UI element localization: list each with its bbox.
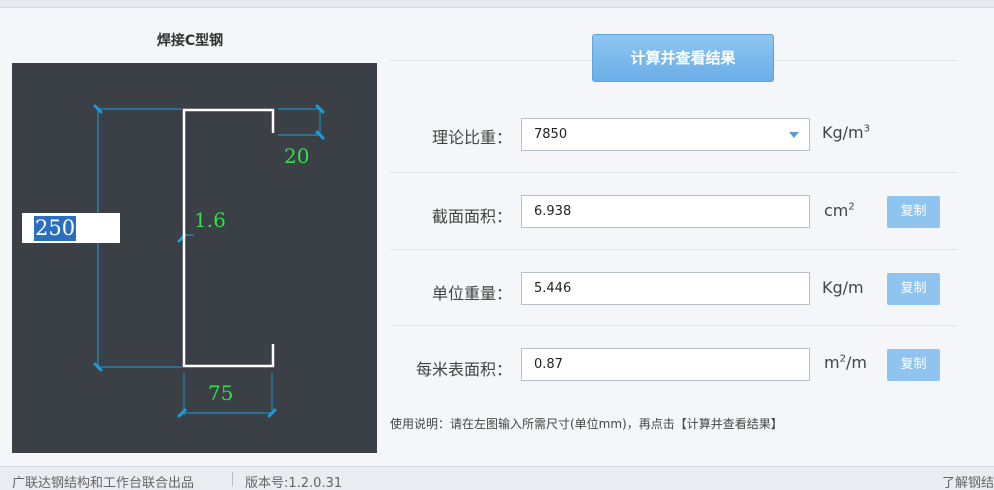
height-dim-value[interactable]: 250 xyxy=(34,216,77,241)
weight-field[interactable]: 5.446 xyxy=(521,272,810,305)
tick xyxy=(267,408,277,418)
copy-weight-button[interactable]: 复制 xyxy=(887,273,940,305)
weight-unit: Kg/m xyxy=(822,278,864,297)
profile-title: 焊接C型钢 xyxy=(156,33,224,49)
density-unit: Kg/m3 xyxy=(822,123,870,142)
area-row: 截面面积： 6.938 cm2 复制 xyxy=(390,172,958,248)
usage-instructions: 使用说明：请在左图输入所需尺寸(单位mm)，再点击【计算并查看结果】 xyxy=(390,417,783,431)
surface-label: 每米表面积： xyxy=(415,360,512,379)
weight-row: 单位重量： 5.446 Kg/m 复制 xyxy=(390,249,958,325)
tick xyxy=(93,104,103,114)
density-select[interactable]: 7850 xyxy=(521,118,810,151)
area-label: 截面面积： xyxy=(431,207,512,226)
c-channel-profile xyxy=(182,108,275,368)
copy-area-button[interactable]: 复制 xyxy=(887,196,940,228)
tick xyxy=(177,408,187,418)
lip-dim-label[interactable]: 20 xyxy=(284,144,309,168)
tick xyxy=(315,104,325,114)
area-field[interactable]: 6.938 xyxy=(521,195,810,228)
tick xyxy=(93,362,103,372)
density-row: 理论比重： 7850 Kg/m3 xyxy=(390,96,958,172)
area-unit: cm2 xyxy=(824,201,855,220)
version-label: 版本号:1.2.0.31 xyxy=(245,476,343,490)
thickness-dim-label[interactable]: 1.6 xyxy=(194,208,226,232)
density-label: 理论比重： xyxy=(431,128,512,147)
surface-field[interactable]: 0.87 xyxy=(521,348,810,381)
copy-surface-button[interactable]: 复制 xyxy=(887,349,940,381)
c-channel-drawing: 20 1.6 75 xyxy=(93,104,325,418)
width-dim-label[interactable]: 75 xyxy=(208,381,233,405)
top-bar xyxy=(0,0,994,8)
calculate-button[interactable]: 计算并查看结果 xyxy=(592,34,774,82)
learn-more-link[interactable]: 了解钢结 xyxy=(942,472,994,490)
surface-row: 每米表面积： 0.87 m2/m 复制 xyxy=(390,325,958,401)
footer-divider xyxy=(232,472,233,486)
footer-credit: 广联达钢结构和工作台联合出品 xyxy=(12,476,195,490)
chevron-down-icon[interactable] xyxy=(789,132,799,138)
surface-unit: m2/m xyxy=(824,353,867,372)
tick xyxy=(315,130,325,140)
footer: 广联达钢结构和工作台联合出品 版本号:1.2.0.31 了解钢结 xyxy=(0,466,994,490)
weight-label: 单位重量： xyxy=(431,284,512,303)
profile-drawing-canvas: 20 1.6 75 250 xyxy=(12,63,377,453)
density-value: 7850 xyxy=(534,127,568,142)
